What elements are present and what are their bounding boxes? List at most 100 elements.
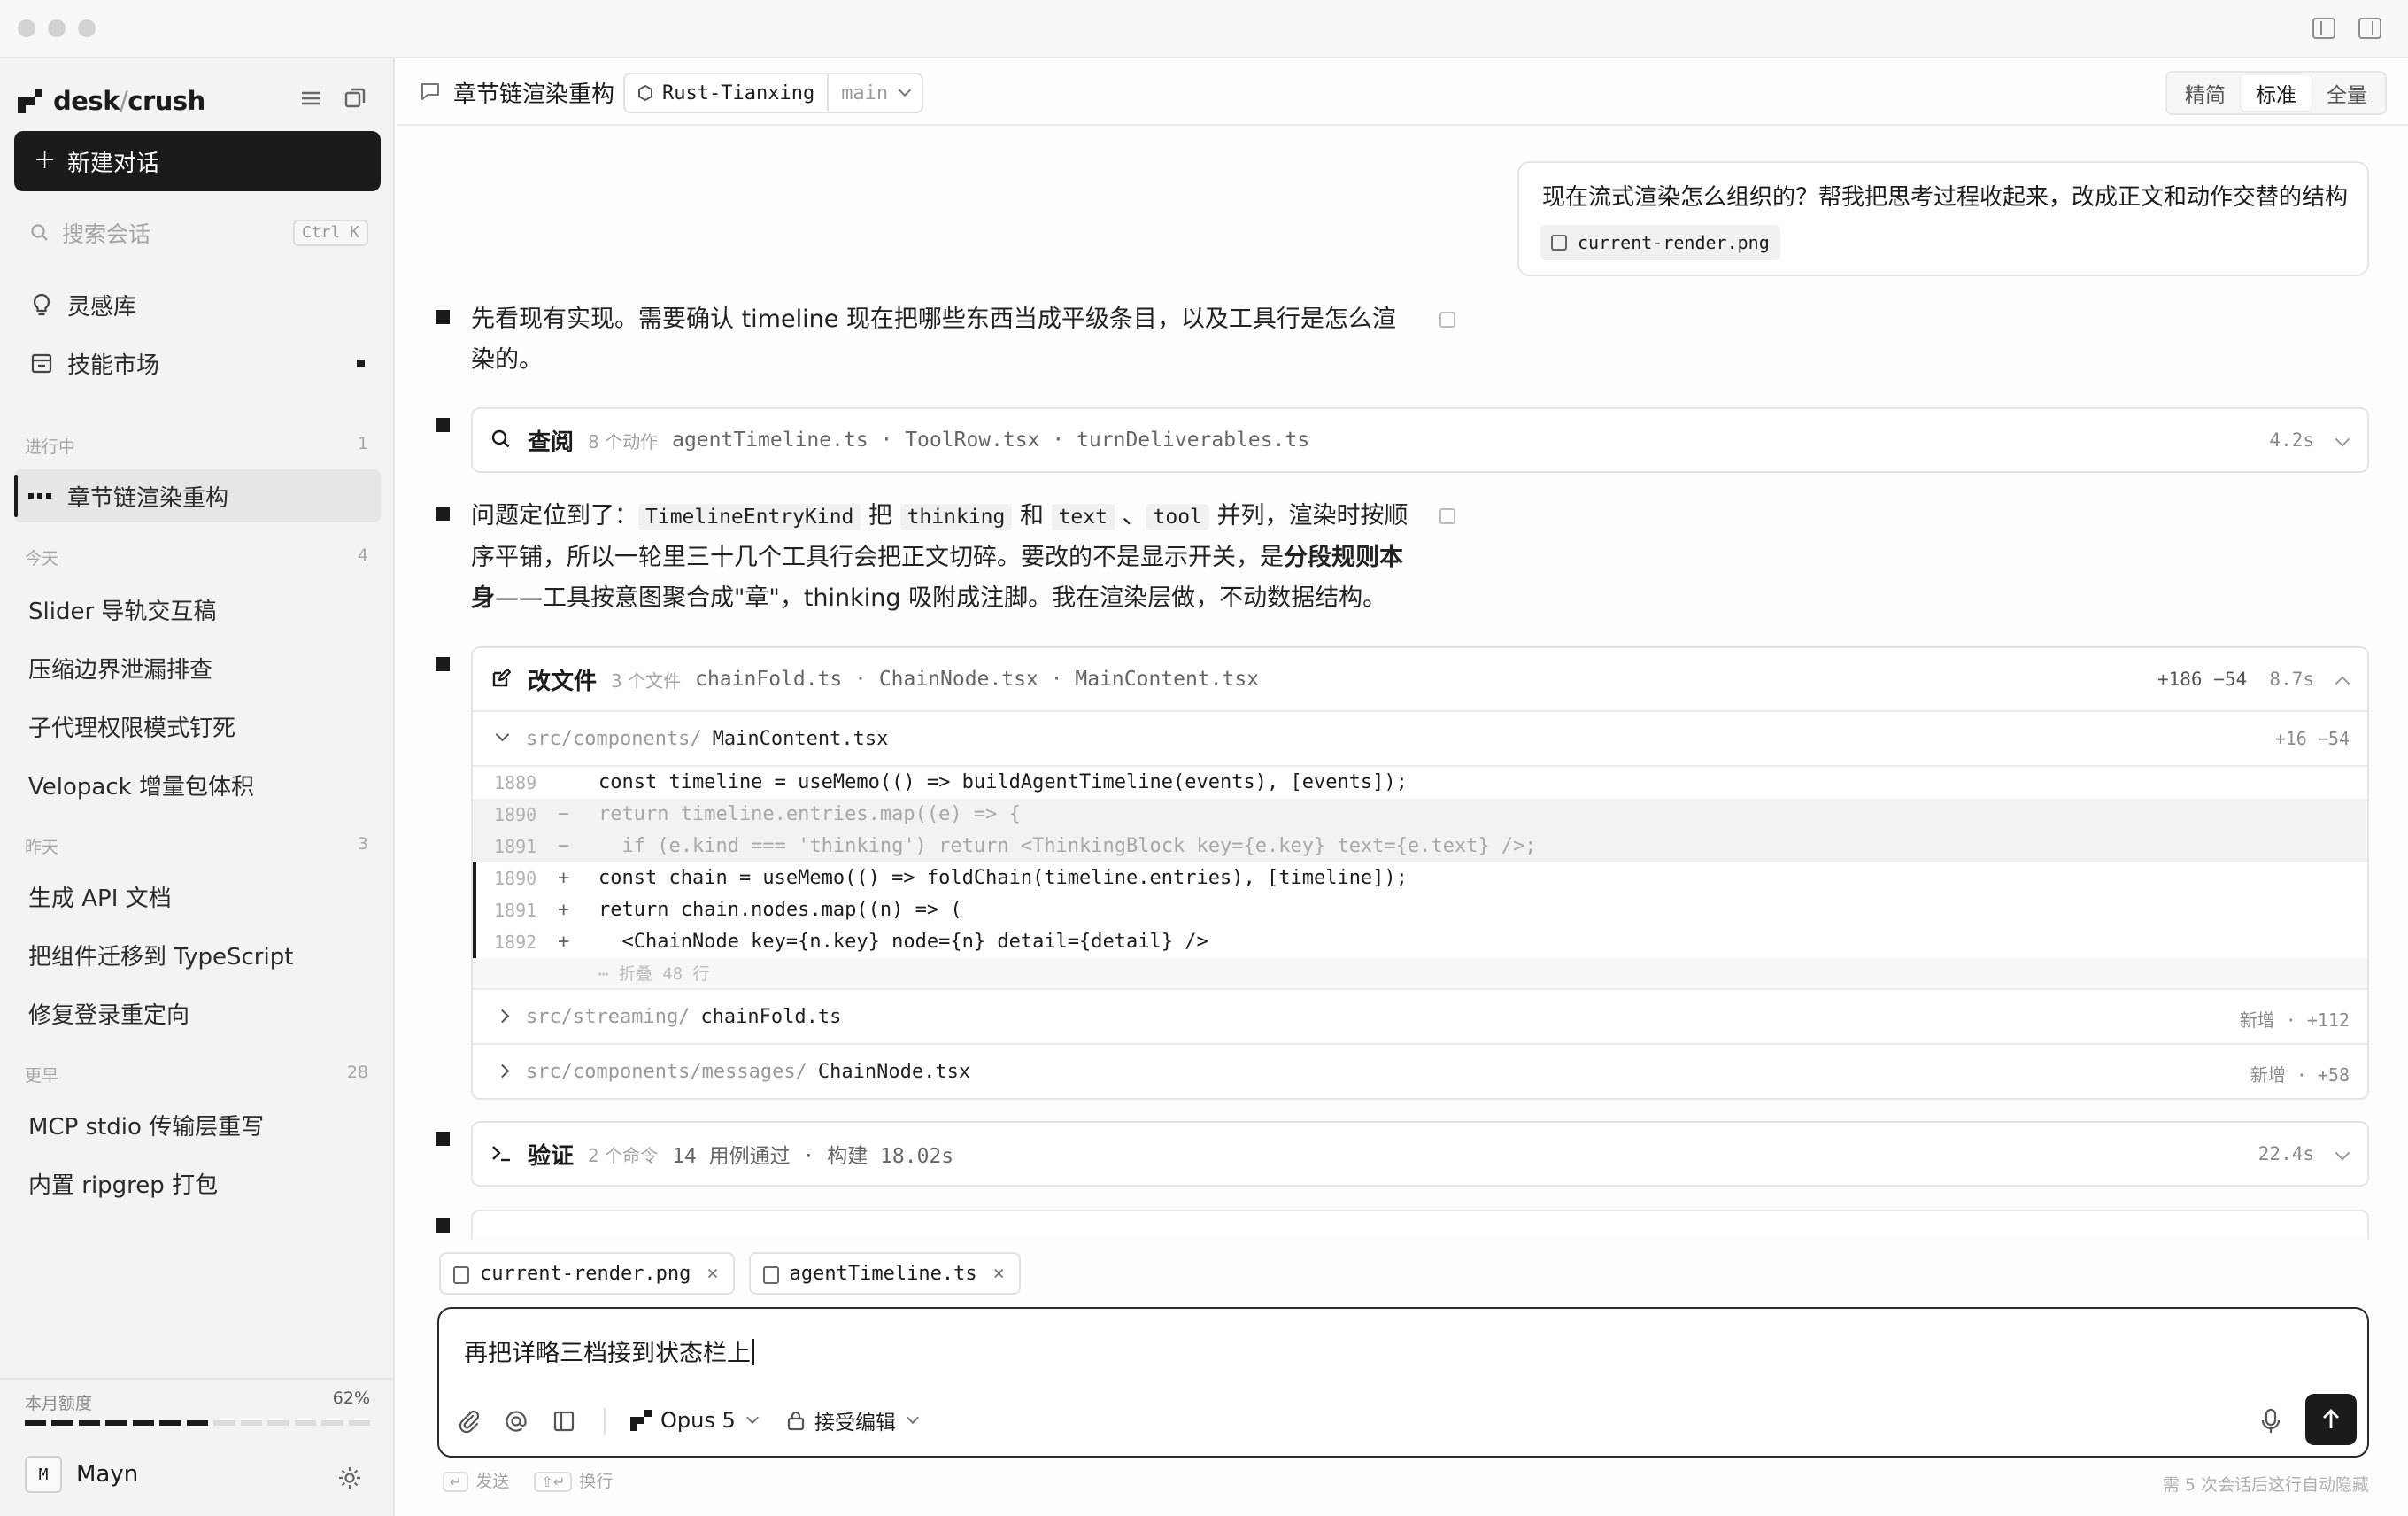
scroll-fade xyxy=(397,1236,2408,1247)
file-row-collapsed[interactable]: src/components/messages/ ChainNode.tsx 新… xyxy=(473,1043,2367,1098)
window-close-dot[interactable] xyxy=(18,19,35,37)
conversation-item[interactable]: 把组件迁移到 TypeScript xyxy=(14,928,381,981)
file-diff-stat: +16 −54 xyxy=(2274,728,2350,749)
file-icon xyxy=(762,1266,779,1284)
file-dir: src/streaming/ xyxy=(526,1005,691,1028)
conversation-title: 章节链渲染重构 xyxy=(67,484,229,512)
card-meta: 8 个动作 xyxy=(588,430,659,452)
section-count: 3 xyxy=(357,834,368,854)
close-icon[interactable]: × xyxy=(993,1263,1005,1285)
window-zoom-dot[interactable] xyxy=(78,19,96,37)
composer-attachments: current-render.png × agentTimeline.ts × xyxy=(439,1252,1021,1296)
conversation-item[interactable]: MCP stdio 传输层重写 xyxy=(14,1098,381,1151)
gear-icon[interactable] xyxy=(336,1465,363,1491)
copy-icon[interactable] xyxy=(1439,312,1455,328)
model-selector[interactable]: Opus 5 xyxy=(630,1403,759,1438)
new-chat-button[interactable]: + 新建对话 xyxy=(14,131,381,191)
file-diff-stat: 新增 · +112 xyxy=(2239,1009,2350,1031)
conversation-title: 生成 API 文档 xyxy=(28,885,172,912)
conversation-item[interactable]: Slider 导轨交互稿 xyxy=(14,583,381,636)
file-row-expanded[interactable]: src/components/ MainContent.tsx +16 −54 xyxy=(473,710,2367,765)
detail-level-concise[interactable]: 精简 xyxy=(2170,75,2241,111)
detail-level-standard[interactable]: 标准 xyxy=(2241,75,2312,111)
search-input[interactable]: 搜索会话 Ctrl K xyxy=(14,207,381,259)
edit-card-header[interactable]: 改文件 3 个文件 chainFold.ts · ChainNode.tsx ·… xyxy=(473,648,2367,710)
message-composer[interactable]: 再把详略三档接到状态栏上 Opus 5 接受编辑 xyxy=(437,1307,2369,1458)
card-result: 14 用例通过 · 构建 18.02s xyxy=(672,1145,954,1168)
card-title: 验证 xyxy=(528,1142,575,1170)
diff-line: 1889 const timeline = useMemo(() => build… xyxy=(494,771,1408,793)
toggle-right-panel-icon[interactable] xyxy=(2358,18,2381,39)
window-minimize-dot[interactable] xyxy=(48,19,66,37)
timeline-marker xyxy=(436,1218,450,1233)
quota-segment xyxy=(267,1420,289,1426)
user-message-attachment[interactable]: current-render.png xyxy=(1540,225,1780,260)
review-action-card[interactable]: 查阅 8 个动作 agentTimeline.ts · ToolRow.tsx … xyxy=(471,407,2369,473)
copy-icon[interactable] xyxy=(1439,508,1455,524)
chevron-right-icon xyxy=(495,1009,510,1024)
attachment-chip[interactable]: agentTimeline.ts × xyxy=(748,1252,1021,1295)
mention-icon[interactable] xyxy=(503,1408,529,1435)
chevron-right-icon xyxy=(495,1064,510,1079)
toggle-left-panel-icon[interactable] xyxy=(2312,18,2335,39)
section-title-earlier: 更早 xyxy=(25,1066,59,1086)
conversation-title: 子代理权限模式钉死 xyxy=(28,715,236,742)
file-name: MainContent.tsx xyxy=(712,727,889,750)
timeline-item-partial xyxy=(471,1210,2369,1240)
diff-line-added: 1890 + const chain = useMemo(() => foldCha… xyxy=(473,862,2367,894)
conversation-item[interactable]: Velopack 增量包体积 xyxy=(14,758,381,811)
user-profile[interactable]: M Mayn xyxy=(25,1456,138,1493)
repo-branch-selector[interactable]: Rust-Tianxing main xyxy=(623,73,924,113)
attachment-chip[interactable]: current-render.png × xyxy=(439,1252,735,1295)
send-button[interactable] xyxy=(2305,1394,2357,1445)
conversation-item[interactable]: 内置 ripgrep 打包 xyxy=(14,1156,381,1210)
message-input[interactable]: 再把详略三档接到状态栏上 xyxy=(464,1334,754,1368)
sidebar-item-skill-market[interactable]: 技能市场 xyxy=(14,336,381,390)
paperclip-icon[interactable] xyxy=(455,1408,482,1435)
permission-mode-selector[interactable]: 接受编辑 xyxy=(786,1403,920,1438)
new-window-icon[interactable] xyxy=(342,85,368,112)
store-icon xyxy=(31,353,52,374)
file-name: chainFold.ts xyxy=(700,1005,842,1028)
chevron-down-icon[interactable] xyxy=(2335,1145,2350,1161)
conversation-item[interactable]: 压缩边界泄漏排查 xyxy=(14,641,381,694)
detail-level-full[interactable]: 全量 xyxy=(2312,75,2382,111)
quota-segment xyxy=(348,1420,371,1426)
conversation-header: 章节链渲染重构 Rust-Tianxing main 精简 标准 全量 xyxy=(397,58,2408,126)
chevron-up-icon[interactable] xyxy=(2335,676,2350,692)
quota-segment xyxy=(105,1420,127,1426)
diff-fold-expander[interactable]: ⋯ 折叠 48 行 xyxy=(473,958,2367,988)
conversation-title: MCP stdio 传输层重写 xyxy=(28,1113,265,1141)
card-title: 改文件 xyxy=(528,668,598,695)
close-icon[interactable]: × xyxy=(706,1263,718,1285)
card-duration: 22.4s xyxy=(2258,1143,2314,1164)
file-dir: src/components/messages/ xyxy=(526,1060,807,1083)
chevron-down-icon[interactable] xyxy=(2335,431,2350,447)
menu-icon[interactable] xyxy=(297,85,324,112)
sidebar-item-label: 技能市场 xyxy=(67,352,160,379)
chevron-down-icon xyxy=(495,727,510,742)
file-row-collapsed[interactable]: src/streaming/ chainFold.ts 新增 · +112 xyxy=(473,988,2367,1043)
lightbulb-icon xyxy=(33,293,50,316)
microphone-icon[interactable] xyxy=(2258,1406,2284,1436)
repo-name: Rust-Tianxing xyxy=(662,81,815,104)
user-message-text: 现在流式渲染怎么组织的？帮我把思考过程收起来，改成正文和动作交替的结构 xyxy=(1542,184,2349,211)
page-title: 章节链渲染重构 xyxy=(453,81,615,108)
section-title-today: 今天 xyxy=(25,549,59,568)
conversation-item[interactable]: 生成 API 文档 xyxy=(14,870,381,923)
verify-action-card[interactable]: 验证 2 个命令 14 用例通过 · 构建 18.02s 22.4s xyxy=(471,1121,2369,1187)
detail-level-toggle: 精简 标准 全量 xyxy=(2165,71,2387,115)
conversation-title: Velopack 增量包体积 xyxy=(28,773,254,801)
sidebar-item-inspiration[interactable]: 灵感库 xyxy=(14,278,381,331)
new-chat-label: 新建对话 xyxy=(67,150,160,177)
sidebar: desk/crush + 新建对话 搜索会话 Ctrl K 灵感库 技能市场 进… xyxy=(0,58,395,1516)
assistant-text-block: 先看现有实现。需要确认 timeline 现在把哪些东西当成平级条目，以及工具行… xyxy=(471,306,1396,374)
conversation-item[interactable]: 修复登录重定向 xyxy=(14,986,381,1040)
conversation-item-active[interactable]: 章节链渲染重构 xyxy=(14,469,381,522)
conversation-item[interactable]: 子代理权限模式钉死 xyxy=(14,700,381,753)
panel-icon[interactable] xyxy=(551,1408,577,1435)
terminal-icon xyxy=(492,1146,510,1162)
file-name: ChainNode.tsx xyxy=(817,1060,971,1083)
branch-name: main xyxy=(841,81,889,104)
card-meta: 3 个文件 xyxy=(611,669,682,692)
